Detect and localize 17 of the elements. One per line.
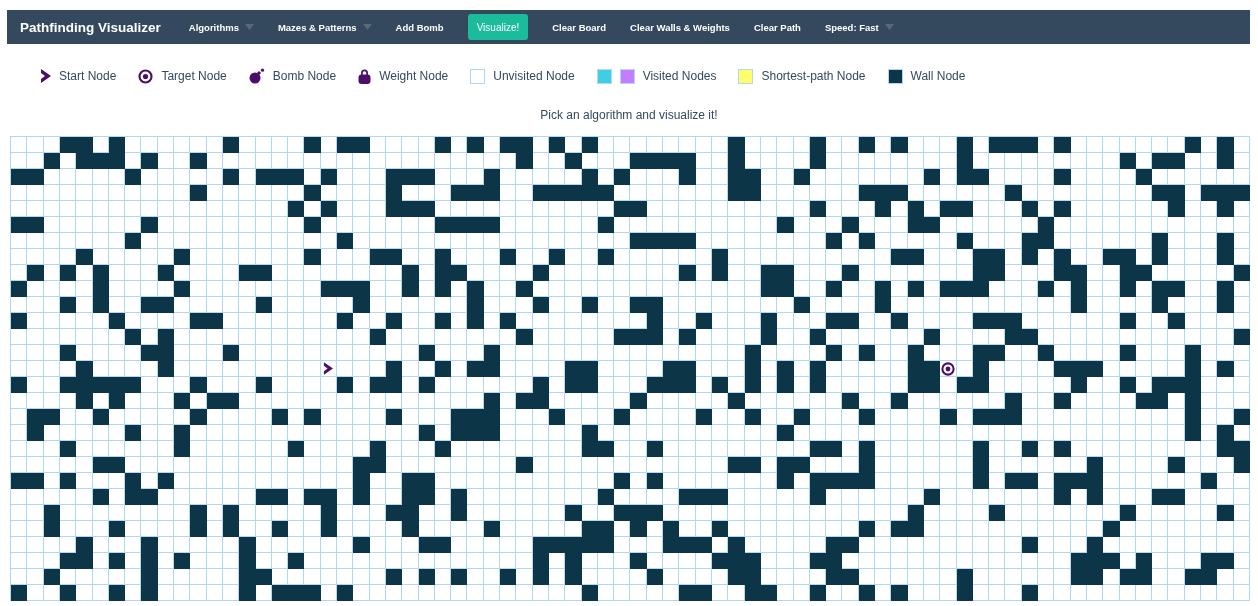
legend-label: Target Node xyxy=(161,69,227,83)
nav-link[interactable]: Clear Board xyxy=(552,17,607,37)
legend-label: Start Node xyxy=(59,69,117,83)
nav-dropdown[interactable]: Speed: Fast xyxy=(824,17,894,37)
nav-link[interactable]: Add Bomb xyxy=(395,17,444,37)
nav-link[interactable]: Clear Path xyxy=(753,17,801,37)
legend-label: Wall Node xyxy=(910,69,966,83)
nav-dropdown[interactable]: Mazes & Patterns xyxy=(277,17,372,37)
legend-label: Bomb Node xyxy=(272,69,337,83)
legend-label: Unvisited Node xyxy=(493,69,575,83)
instruction-text: Pick an algorithm and visualize it! xyxy=(539,108,719,122)
legend-label: Shortest-path Node xyxy=(761,69,866,83)
legend-label: Weight Node xyxy=(379,69,449,83)
app-title[interactable]: Pathfinding Visualizer xyxy=(20,19,161,35)
legend-label: Visited Nodes xyxy=(642,69,717,83)
nav-link[interactable]: Clear Walls & Weights xyxy=(630,17,730,37)
nav-dropdown[interactable]: Algorithms xyxy=(188,17,254,37)
